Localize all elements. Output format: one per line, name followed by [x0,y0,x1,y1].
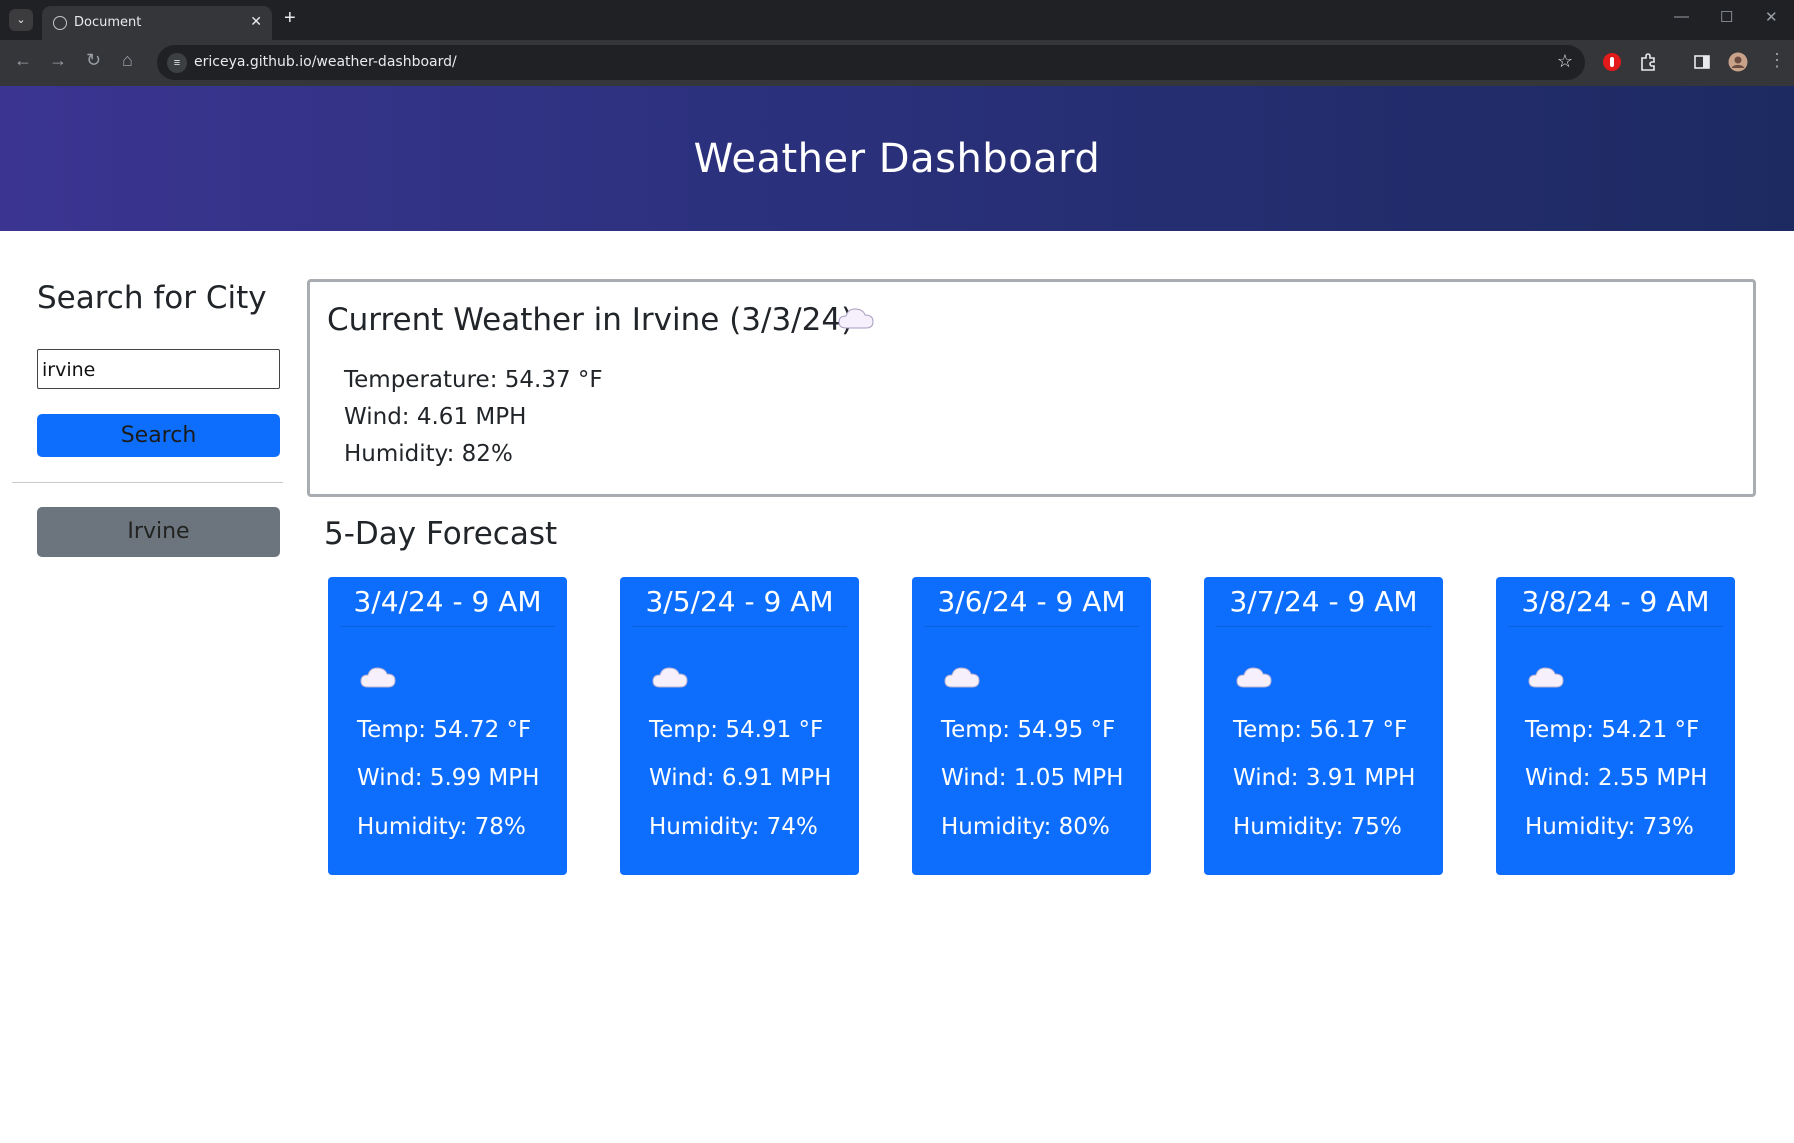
city-search-input[interactable]: irvine [37,349,280,389]
back-icon[interactable]: ← [14,50,32,71]
globe-icon [53,16,67,30]
extension-shield-icon[interactable] [1602,52,1622,72]
forecast-humidity: Humidity: 75% [1233,814,1402,840]
new-tab-button[interactable]: + [284,7,296,30]
browser-tab-bar: ⌄ Document ✕ + — ☐ ✕ [0,0,1794,40]
tab-search-button[interactable]: ⌄ [9,9,33,31]
browser-menu-icon[interactable]: ⋮ [1768,50,1786,71]
browser-toolbar: ← → ↻ ⌂ ≡ ericeya.github.io/weather-dash… [0,40,1794,86]
cloud-icon [652,667,688,688]
cloud-icon [360,667,396,688]
forecast-heading: 5-Day Forecast [324,516,558,552]
forecast-temp: Temp: 54.91 °F [649,717,824,743]
address-bar[interactable]: ≡ ericeya.github.io/weather-dashboard/ ☆ [157,45,1585,80]
current-weather-card: Current Weather in Irvine (3/3/24) Tempe… [307,279,1756,497]
forecast-card: 3/4/24 - 9 AM Temp: 54.72 °F Wind: 5.99 … [328,577,567,875]
cloud-icon [838,308,874,329]
forecast-card: 3/6/24 - 9 AM Temp: 54.95 °F Wind: 1.05 … [912,577,1151,875]
browser-tab[interactable]: Document ✕ [42,6,272,40]
cloud-icon [1528,667,1564,688]
forecast-card: 3/7/24 - 9 AM Temp: 56.17 °F Wind: 3.91 … [1204,577,1443,875]
forecast-date: 3/7/24 - 9 AM [1216,577,1431,627]
maximize-icon[interactable]: ☐ [1720,8,1733,26]
page-header: Weather Dashboard [0,86,1794,231]
forecast-temp: Temp: 54.72 °F [357,717,532,743]
forecast-date: 3/4/24 - 9 AM [340,577,555,627]
city-search-value: irvine [42,359,96,381]
current-weather-title: Current Weather in Irvine (3/3/24) [327,302,854,338]
search-button[interactable]: Search [37,414,280,457]
history-city-button[interactable]: Irvine [37,507,280,557]
forecast-wind: Wind: 3.91 MPH [1233,765,1416,791]
reload-icon[interactable]: ↻ [86,50,101,71]
forecast-card: 3/5/24 - 9 AM Temp: 54.91 °F Wind: 6.91 … [620,577,859,875]
cloud-icon [1236,667,1272,688]
forecast-wind: Wind: 1.05 MPH [941,765,1124,791]
forecast-card: 3/8/24 - 9 AM Temp: 54.21 °F Wind: 2.55 … [1496,577,1735,875]
forecast-humidity: Humidity: 80% [941,814,1110,840]
current-temperature: Temperature: 54.37 °F [344,367,603,393]
profile-avatar-icon[interactable] [1728,52,1748,72]
forward-icon[interactable]: → [49,50,67,71]
forecast-humidity: Humidity: 78% [357,814,526,840]
close-tab-icon[interactable]: ✕ [250,13,262,30]
forecast-temp: Temp: 54.95 °F [941,717,1116,743]
tab-title: Document [74,15,142,30]
url-text[interactable]: ericeya.github.io/weather-dashboard/ [194,54,457,70]
home-icon[interactable]: ⌂ [122,50,133,71]
cloud-icon [944,667,980,688]
site-info-icon[interactable]: ≡ [167,53,187,73]
window-close-icon[interactable]: ✕ [1765,8,1778,26]
page: Weather Dashboard Search for City irvine… [0,86,1794,1143]
forecast-wind: Wind: 5.99 MPH [357,765,540,791]
bookmark-star-icon[interactable]: ☆ [1557,51,1573,72]
forecast-temp: Temp: 56.17 °F [1233,717,1408,743]
forecast-humidity: Humidity: 73% [1525,814,1694,840]
current-humidity: Humidity: 82% [344,441,513,467]
minimize-icon[interactable]: — [1674,8,1689,25]
forecast-humidity: Humidity: 74% [649,814,818,840]
forecast-date: 3/6/24 - 9 AM [924,577,1139,627]
current-wind: Wind: 4.61 MPH [344,404,527,430]
forecast-date: 3/5/24 - 9 AM [632,577,847,627]
forecast-wind: Wind: 6.91 MPH [649,765,832,791]
extensions-puzzle-icon[interactable] [1638,52,1658,72]
page-title: Weather Dashboard [693,136,1101,182]
sidebar-divider [12,482,283,483]
forecast-wind: Wind: 2.55 MPH [1525,765,1708,791]
forecast-temp: Temp: 54.21 °F [1525,717,1700,743]
search-heading: Search for City [37,280,267,316]
forecast-date: 3/8/24 - 9 AM [1508,577,1723,627]
side-panel-icon[interactable] [1692,52,1712,72]
